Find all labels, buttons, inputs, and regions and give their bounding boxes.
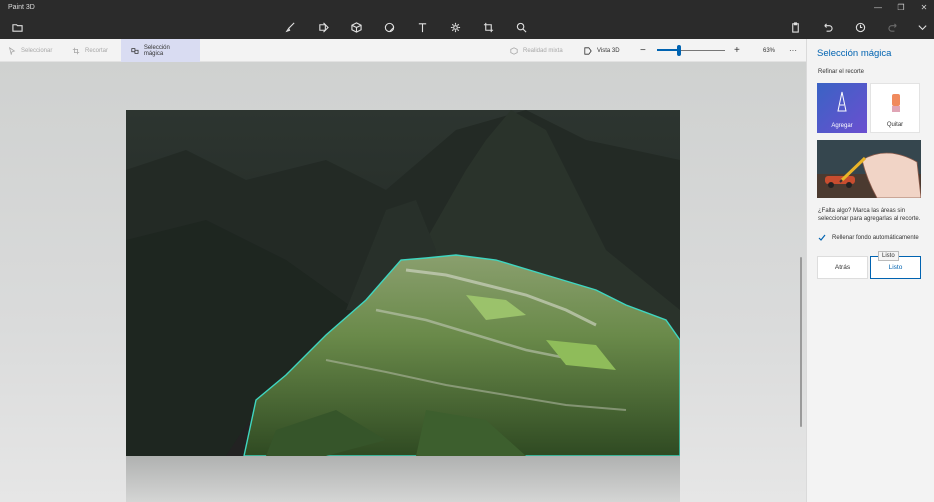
restore-button[interactable]: ❐ [893, 2, 909, 14]
view-3d-icon [584, 46, 592, 55]
zoom-slider-thumb[interactable] [677, 45, 682, 56]
magic-select-label: Selección mágica [143, 44, 170, 57]
auto-fill-checkbox[interactable]: Rellenar fondo automáticamente [818, 234, 919, 242]
more-options-button[interactable]: ··· [789, 39, 797, 62]
text-icon[interactable] [415, 20, 429, 34]
mixed-reality-icon [510, 46, 518, 55]
remove-button[interactable]: Quitar [870, 83, 920, 133]
eraser-icon [892, 94, 900, 112]
stickers-icon[interactable] [382, 20, 396, 34]
panel-title: Selección mágica [817, 48, 892, 59]
close-button[interactable]: ✕ [916, 2, 932, 14]
done-tooltip: Listo [878, 251, 899, 261]
crop-icon [72, 47, 80, 54]
minimize-button[interactable]: — [870, 2, 886, 14]
cursor-icon [8, 46, 16, 55]
magic-select-panel: Selección mágica Refinar el recorte Agre… [806, 39, 934, 502]
expand-icon[interactable] [915, 20, 929, 34]
view-3d-label: Vista 3D [597, 47, 620, 54]
mixed-reality-button[interactable]: Realidad mixta [510, 39, 563, 62]
redo-icon[interactable] [886, 20, 900, 34]
app-title: Paint 3D [8, 4, 35, 11]
back-button[interactable]: Atrás [817, 256, 868, 279]
auto-fill-label: Rellenar fondo automáticamente [832, 235, 919, 241]
zoom-slider[interactable] [657, 45, 725, 56]
select-label: Seleccionar [21, 47, 53, 54]
effects-icon[interactable] [448, 20, 462, 34]
2d-shapes-icon[interactable] [316, 20, 330, 34]
view-3d-button[interactable]: Vista 3D [584, 39, 620, 62]
canvas-reflection [126, 456, 680, 502]
canvas-image[interactable] [126, 110, 680, 456]
brush-icon[interactable] [283, 20, 297, 34]
mixed-reality-label: Realidad mixta [523, 47, 563, 54]
panel-hint: ¿Falta algo? Marca las áreas sin selecci… [818, 208, 921, 222]
tutorial-illustration [817, 140, 921, 198]
3d-shapes-icon[interactable] [349, 20, 363, 34]
toolbar: Seleccionar Recortar Selección mágica Re… [0, 39, 806, 62]
machu-picchu-photo [126, 110, 680, 456]
checkmark-icon [818, 234, 826, 241]
panel-subtitle: Refinar el recorte [818, 69, 865, 75]
remove-label: Quitar [886, 122, 904, 128]
select-tool[interactable]: Seleccionar [8, 39, 52, 62]
add-label: Agregar [831, 123, 853, 129]
zoom-slider-fill [657, 49, 680, 51]
crop-tool[interactable]: Recortar [72, 39, 108, 62]
pencil-add-icon [837, 91, 847, 112]
canvas-icon[interactable] [481, 20, 495, 34]
undo-icon[interactable] [820, 20, 834, 34]
folder-icon[interactable] [10, 20, 24, 34]
magic-select-tool[interactable]: Selección mágica [121, 39, 200, 62]
3d-library-icon[interactable] [514, 20, 528, 34]
zoom-level[interactable]: 63% [763, 39, 775, 62]
magic-select-icon [131, 47, 139, 54]
add-button[interactable]: Agregar [817, 83, 867, 133]
crop-label: Recortar [85, 47, 109, 54]
history-icon[interactable] [853, 20, 867, 34]
zoom-out-button[interactable]: − [640, 39, 646, 62]
paste-icon[interactable] [788, 20, 802, 34]
zoom-in-button[interactable]: + [734, 39, 740, 62]
title-bar: Paint 3D — ❐ ✕ [0, 0, 934, 39]
canvas-scrollbar[interactable] [800, 257, 802, 427]
